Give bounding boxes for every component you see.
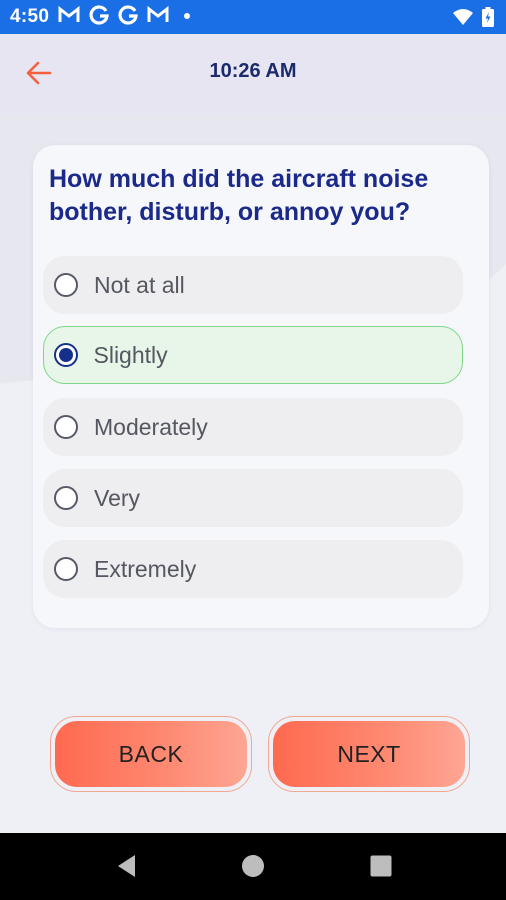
radio-button[interactable] bbox=[54, 273, 78, 297]
radio-button[interactable] bbox=[54, 486, 78, 510]
wifi-icon bbox=[453, 9, 473, 25]
radio-dot-icon bbox=[58, 347, 73, 362]
option-extremely[interactable]: Extremely bbox=[43, 540, 463, 598]
next-button-label: NEXT bbox=[273, 721, 465, 787]
radio-button-selected[interactable] bbox=[53, 342, 78, 367]
option-label: Slightly bbox=[93, 341, 168, 368]
back-button-label: BACK bbox=[55, 721, 247, 787]
status-bar: 4:50 bbox=[0, 0, 506, 34]
battery-icon bbox=[482, 7, 494, 27]
option-label: Extremely bbox=[94, 556, 197, 582]
app-header: 10:26 AM bbox=[0, 34, 506, 114]
option-not-at-all[interactable]: Not at all bbox=[43, 256, 463, 314]
nav-home-icon[interactable] bbox=[240, 853, 266, 879]
notification-icons bbox=[58, 5, 190, 25]
nav-recents-icon[interactable] bbox=[368, 853, 394, 879]
option-slightly[interactable]: Slightly bbox=[43, 326, 463, 384]
option-label: Moderately bbox=[94, 414, 208, 440]
gmail-icon bbox=[58, 6, 80, 22]
question-card: How much did the aircraft noise bother, … bbox=[33, 145, 489, 628]
system-nav-bar bbox=[0, 833, 506, 900]
gmail-icon bbox=[147, 6, 169, 22]
option-very[interactable]: Very bbox=[43, 469, 463, 527]
back-button[interactable]: BACK bbox=[50, 716, 252, 792]
nav-back-icon[interactable] bbox=[114, 853, 140, 879]
google-icon bbox=[118, 5, 138, 25]
status-right bbox=[452, 7, 494, 27]
question-text: How much did the aircraft noise bother, … bbox=[49, 165, 429, 226]
option-label: Very bbox=[94, 485, 141, 511]
radio-button[interactable] bbox=[54, 557, 78, 581]
header-time: 10:26 AM bbox=[209, 60, 297, 82]
option-label: Not at all bbox=[94, 272, 185, 298]
next-button[interactable]: NEXT bbox=[268, 716, 470, 792]
status-time: 4:50 bbox=[10, 6, 50, 27]
google-icon bbox=[89, 5, 109, 25]
more-notifications-dot-icon bbox=[184, 13, 190, 19]
option-moderately[interactable]: Moderately bbox=[43, 398, 463, 456]
radio-button[interactable] bbox=[54, 415, 78, 439]
